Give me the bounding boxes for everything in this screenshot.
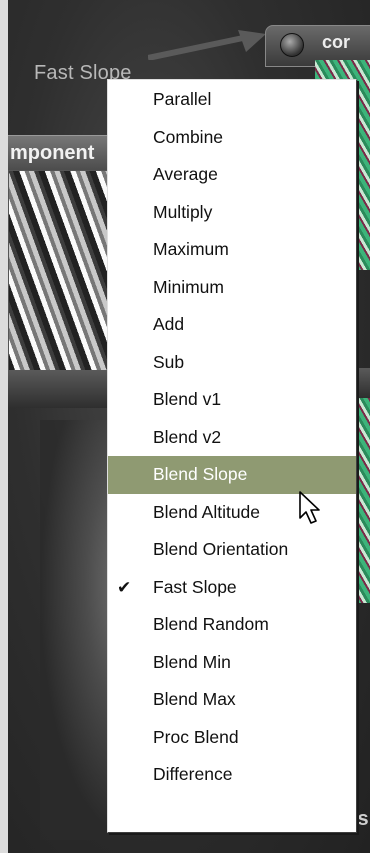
menu-item-blend-max[interactable]: Blend Max [108,681,356,719]
menu-item-maximum[interactable]: Maximum [108,231,356,269]
menu-item-label: Blend v2 [153,426,222,447]
menu-item-fast-slope[interactable]: ✔ Fast Slope [108,569,356,607]
menu-item-label: Sub [153,351,185,372]
component-node-label: mponent [10,142,95,164]
stripe-texture-preview [8,170,113,372]
menu-item-label: Difference [153,764,233,784]
window-edge [0,0,8,853]
menu-item-label: Maximum [153,239,229,259]
menu-item-blend-random[interactable]: Blend Random [108,606,356,644]
menu-item-difference[interactable]: Difference [108,756,356,794]
menu-item-label: Blend v1 [153,389,222,409]
component-node-footer [8,370,113,408]
menu-item-minimum[interactable]: Minimum [108,269,356,307]
component-node-header[interactable]: mponent [8,135,114,173]
menu-item-label: Combine [153,126,224,147]
menu-item-label: Parallel [153,89,212,109]
menu-item-add[interactable]: Add [108,306,356,344]
menu-item-label: Blend Min [153,651,231,672]
menu-item-label: Proc Blend [153,726,239,747]
menu-item-multiply[interactable]: Multiply [108,194,356,232]
menu-item-blend-v1[interactable]: Blend v1 [108,381,356,419]
checkmark-icon: ✔ [117,577,132,597]
menu-item-blend-min[interactable]: Blend Min [108,644,356,682]
menu-item-label: Fast Slope [153,576,237,597]
menu-item-label: Average [153,164,218,184]
menu-item-combine[interactable]: Combine [108,119,356,157]
menu-item-label: Blend Max [153,689,236,709]
menu-item-label: Blend Slope [153,464,248,484]
mouse-pointer-icon [299,491,320,524]
combine-node-label: cor [322,32,351,52]
menu-item-blend-orientation[interactable]: Blend Orientation [108,531,356,569]
menu-item-parallel[interactable]: Parallel [108,81,356,119]
menu-item-label: Blend Random [153,614,269,634]
blend-mode-context-menu[interactable]: Parallel Combine Average Multiply Maximum Min… [107,79,357,833]
menu-item-label: Blend Orientation [153,539,289,559]
menu-item-proc-blend[interactable]: Proc Blend [108,719,356,757]
menu-item-label: Add [153,314,185,334]
menu-item-label: Minimum [153,276,224,297]
connection-arrow-icon [148,30,266,60]
menu-item-blend-slope[interactable]: Blend Slope [108,456,356,494]
menu-item-label: Blend Altitude [153,501,261,522]
menu-item-blend-v2[interactable]: Blend v2 [108,419,356,457]
menu-item-sub[interactable]: Sub [108,344,356,382]
menu-item-label: Multiply [153,201,213,222]
menu-item-average[interactable]: Average [108,156,356,194]
node-knob-icon[interactable] [280,33,304,57]
